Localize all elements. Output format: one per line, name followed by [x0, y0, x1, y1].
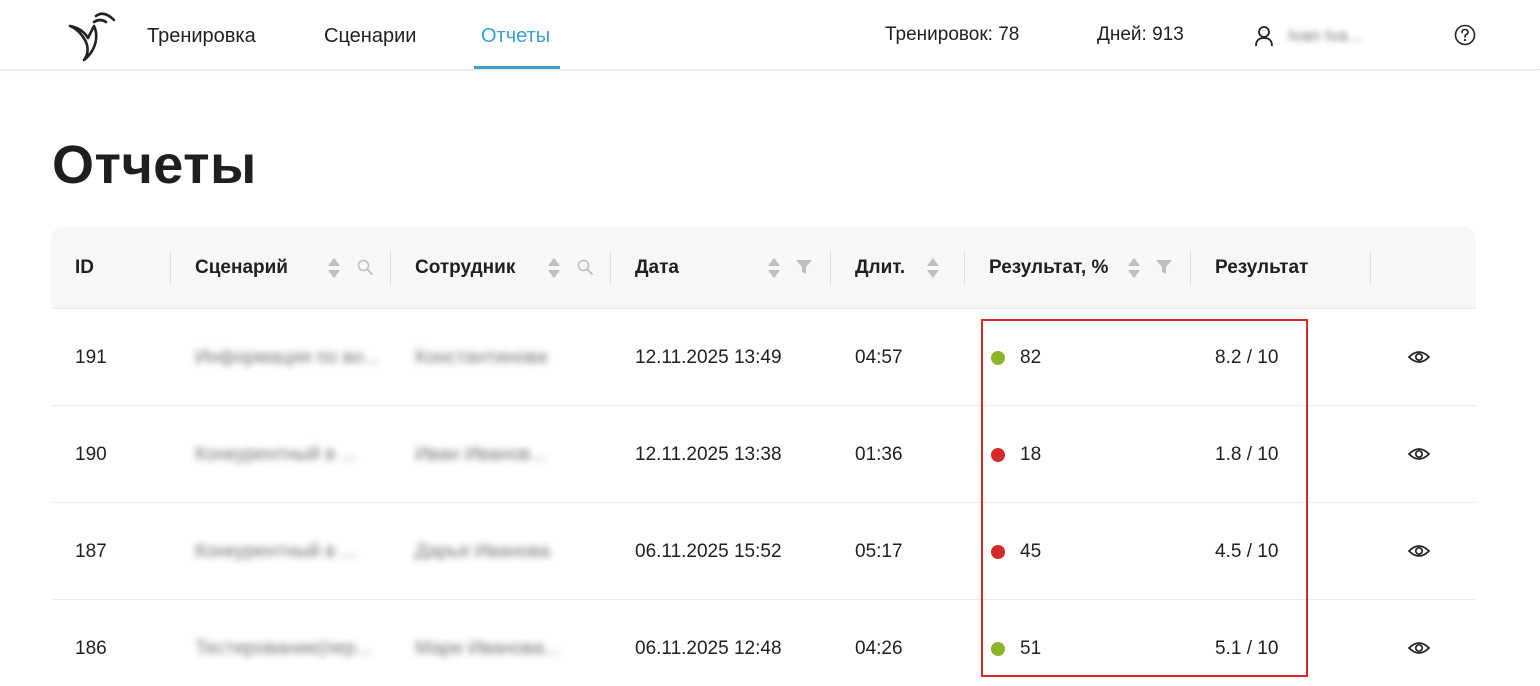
- column-divider: [830, 251, 831, 285]
- row-result-score: 8.2 / 10: [1215, 346, 1279, 368]
- row-id: 187: [75, 540, 107, 562]
- column-header-result: Результат: [1215, 257, 1309, 278]
- filter-icon[interactable]: [1155, 258, 1173, 276]
- status-dot: [991, 448, 1005, 462]
- help-icon[interactable]: [1454, 24, 1476, 46]
- row-duration: 01:36: [855, 443, 903, 465]
- logo-icon[interactable]: [64, 8, 120, 64]
- row-date: 06.11.2025 12:48: [635, 637, 782, 659]
- nav-active-indicator: [474, 66, 560, 69]
- filter-icon[interactable]: [795, 258, 813, 276]
- row-result-percent: 51: [1020, 637, 1042, 659]
- status-dot: [991, 642, 1005, 656]
- row-duration: 05:17: [855, 540, 903, 562]
- column-header-result-percent: Результат, %: [989, 257, 1109, 278]
- sort-icon[interactable]: [547, 256, 561, 280]
- sort-icon[interactable]: [926, 256, 940, 280]
- sort-icon[interactable]: [767, 256, 781, 280]
- eye-icon[interactable]: [1408, 638, 1430, 658]
- row-scenario: Информация по во...: [195, 346, 380, 368]
- row-duration: 04:26: [855, 637, 903, 659]
- row-employee: Иван Иванов...: [415, 443, 546, 465]
- eye-icon[interactable]: [1408, 541, 1430, 561]
- row-employee: Мари Иванова...: [415, 637, 560, 659]
- column-divider: [610, 251, 611, 285]
- row-result-score: 5.1 / 10: [1215, 637, 1279, 659]
- row-employee: Дарья Иванова: [415, 540, 551, 562]
- table-row[interactable]: 186 Тестирование(пер... Мари Иванова... …: [51, 600, 1476, 686]
- trainings-count: Тренировок: 78: [885, 24, 1020, 45]
- column-divider: [964, 251, 965, 285]
- table-row[interactable]: 191 Информация по во... Константинова 12…: [51, 309, 1476, 406]
- status-dot: [991, 545, 1005, 559]
- status-dot: [991, 351, 1005, 365]
- sort-icon[interactable]: [1127, 256, 1141, 280]
- row-employee: Константинова: [415, 346, 547, 368]
- column-divider: [1190, 251, 1191, 285]
- nav-item-scenarios[interactable]: Сценарии: [324, 25, 416, 48]
- row-id: 186: [75, 637, 107, 659]
- column-header-duration: Длит.: [855, 257, 906, 278]
- column-header-id: ID: [75, 257, 94, 278]
- nav-item-reports[interactable]: Отчеты: [481, 25, 550, 48]
- nav-item-training[interactable]: Тренировка: [147, 25, 256, 48]
- row-result-percent: 82: [1020, 346, 1042, 368]
- column-divider: [1370, 251, 1371, 285]
- top-navbar: Тренировка Сценарии Отчеты Тренировок: 7…: [0, 0, 1540, 70]
- row-result-percent: 18: [1020, 443, 1042, 465]
- column-header-employee: Сотрудник: [415, 257, 516, 278]
- row-id: 190: [75, 443, 107, 465]
- column-divider: [170, 251, 171, 285]
- page-title: Отчеты: [52, 135, 257, 195]
- search-icon[interactable]: [356, 258, 374, 276]
- column-divider: [390, 251, 391, 285]
- column-header-date: Дата: [635, 257, 679, 278]
- table-header: ID Сценарий Сотрудник Дата Длит. Результ…: [51, 227, 1476, 309]
- reports-table: ID Сценарий Сотрудник Дата Длит. Результ…: [51, 227, 1476, 686]
- column-header-scenario: Сценарий: [195, 257, 288, 278]
- user-name[interactable]: Ivan Iva...: [1288, 26, 1362, 46]
- table-row[interactable]: 190 Конкурентный в ... Иван Иванов... 12…: [51, 406, 1476, 503]
- row-duration: 04:57: [855, 346, 903, 368]
- eye-icon[interactable]: [1408, 444, 1430, 464]
- row-date: 12.11.2025 13:49: [635, 346, 782, 368]
- days-count: Дней: 913: [1097, 24, 1184, 45]
- row-date: 06.11.2025 15:52: [635, 540, 782, 562]
- user-icon[interactable]: [1254, 25, 1274, 47]
- row-result-percent: 45: [1020, 540, 1042, 562]
- row-date: 12.11.2025 13:38: [635, 443, 782, 465]
- row-scenario: Конкурентный в ...: [195, 540, 357, 562]
- row-result-score: 4.5 / 10: [1215, 540, 1279, 562]
- row-result-score: 1.8 / 10: [1215, 443, 1279, 465]
- search-icon[interactable]: [576, 258, 594, 276]
- row-scenario: Тестирование(пер...: [195, 637, 372, 659]
- row-scenario: Конкурентный в ...: [195, 443, 357, 465]
- table-row[interactable]: 187 Конкурентный в ... Дарья Иванова 06.…: [51, 503, 1476, 600]
- row-id: 191: [75, 346, 107, 368]
- sort-icon[interactable]: [327, 256, 341, 280]
- eye-icon[interactable]: [1408, 347, 1430, 367]
